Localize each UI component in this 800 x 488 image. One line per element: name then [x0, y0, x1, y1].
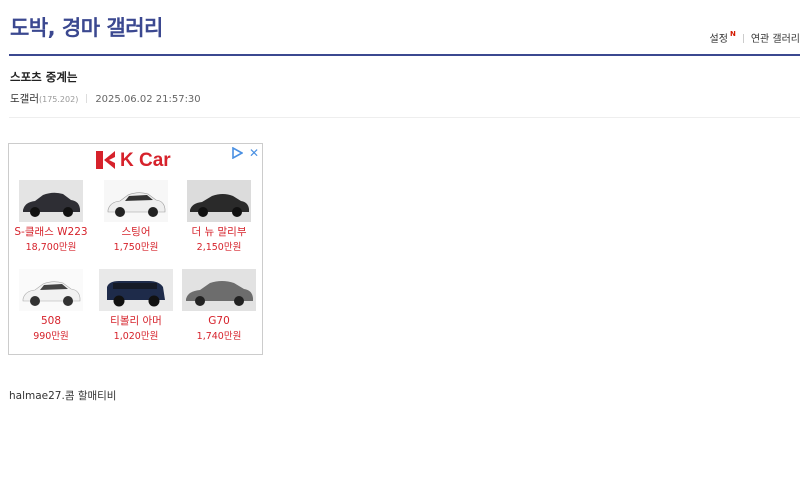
- adchoices-icon[interactable]: [231, 147, 243, 159]
- car-name: 더 뉴 말리부: [191, 226, 247, 238]
- gallery-title[interactable]: 도박, 경마 갤러리: [10, 12, 163, 42]
- post-content: halmae27.콤 할매티비: [9, 390, 117, 402]
- kcar-brand-text: K Car: [120, 150, 171, 171]
- car-image: [19, 180, 83, 222]
- car-name: 스팅어: [121, 226, 151, 238]
- car-price: 2,150만원: [196, 242, 242, 253]
- new-badge: N: [729, 30, 736, 38]
- post-header-divider: [9, 117, 800, 118]
- car-photo: [182, 269, 256, 311]
- kcar-ad-banner[interactable]: K Car ✕ S-클래스 W223 18,700만원 스팅어 1,750만원: [8, 143, 263, 355]
- settings-link[interactable]: 설정 N: [709, 30, 736, 45]
- car-image: [19, 269, 83, 311]
- car-image: [104, 180, 168, 222]
- gallery-header: 도박, 경마 갤러리 설정 N 연관 갤러리: [9, 0, 800, 56]
- car-photo: [104, 180, 168, 222]
- meta-separator: [86, 94, 88, 103]
- car-price: 1,020만원: [113, 331, 159, 342]
- ad-car-item[interactable]: 스팅어 1,750만원: [96, 180, 176, 254]
- car-image: [182, 269, 256, 311]
- car-price: 990만원: [33, 331, 69, 342]
- car-photo: [99, 269, 173, 311]
- ad-car-item[interactable]: 티볼리 아머 1,020만원: [96, 269, 176, 343]
- car-image: [187, 180, 251, 222]
- car-photo: [187, 180, 251, 222]
- post-author[interactable]: 도갤러: [10, 93, 39, 105]
- post-title: 스포츠 중계는: [10, 70, 78, 84]
- car-name: S-클래스 W223: [14, 226, 88, 238]
- post-author-ip: (175.202): [38, 95, 79, 104]
- car-price: 1,750만원: [113, 242, 159, 253]
- car-name: 508: [40, 315, 62, 327]
- car-photo: [19, 180, 83, 222]
- ad-car-item[interactable]: S-클래스 W223 18,700만원: [11, 180, 91, 254]
- ad-car-item[interactable]: 508 990만원: [11, 269, 91, 343]
- car-photo: [19, 269, 83, 311]
- ad-car-item[interactable]: G70 1,740만원: [179, 269, 259, 343]
- settings-label: 설정: [709, 34, 728, 45]
- header-separator: [742, 34, 744, 43]
- ad-car-item[interactable]: 더 뉴 말리부 2,150만원: [179, 180, 259, 254]
- car-name: 티볼리 아머: [110, 315, 162, 327]
- post-date: 2025.06.02 21:57:30: [95, 94, 201, 105]
- header-links: 설정 N 연관 갤러리: [710, 30, 800, 45]
- kcar-logo-icon: [96, 151, 115, 169]
- related-gallery-link[interactable]: 연관 갤러리: [751, 34, 800, 45]
- car-price: 1,740만원: [196, 331, 242, 342]
- car-image: [99, 269, 173, 311]
- close-icon[interactable]: ✕: [249, 147, 259, 159]
- post-meta: 도갤러(175.202) 2025.06.02 21:57:30: [10, 91, 201, 106]
- car-price: 18,700만원: [25, 242, 77, 253]
- car-name: G70: [208, 315, 230, 327]
- kcar-logo[interactable]: K Car: [96, 150, 171, 172]
